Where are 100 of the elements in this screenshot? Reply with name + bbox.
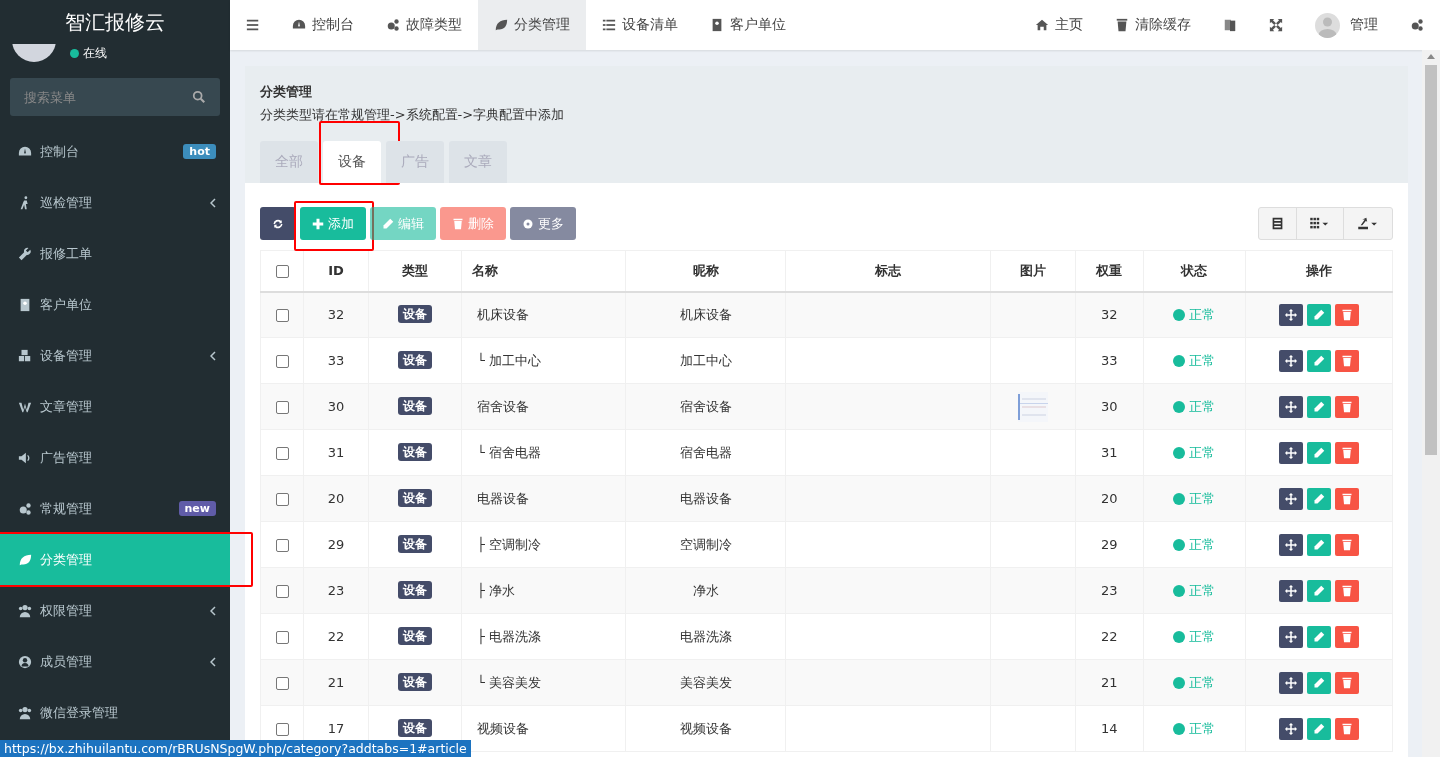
delete-button[interactable]: [1334, 441, 1359, 464]
delete-button[interactable]: [1334, 579, 1359, 602]
drag-button[interactable]: [1278, 625, 1303, 648]
row-checkbox[interactable]: [275, 447, 289, 460]
row-checkbox[interactable]: [275, 539, 289, 552]
type-tag: 设备: [398, 443, 433, 461]
list-icon: [602, 18, 616, 32]
drag-button[interactable]: [1278, 303, 1303, 326]
app-logo: 智汇报修云: [64, 8, 166, 36]
sidebar-item[interactable]: 控制台 hot: [0, 126, 230, 177]
trash-icon: [1340, 354, 1353, 367]
online-status: 在线: [83, 44, 107, 62]
status-label: 正常: [1173, 673, 1216, 692]
user-circle-icon: [18, 654, 32, 669]
table-cell: 23: [327, 583, 345, 598]
search-icon[interactable]: [192, 90, 206, 104]
nav-tab[interactable]: 分类管理: [478, 0, 586, 50]
row-checkbox[interactable]: [275, 677, 289, 690]
sidebar-item[interactable]: 报修工单: [0, 228, 230, 279]
type-tag: 设备: [398, 489, 433, 507]
type-tag: 设备: [398, 673, 433, 691]
sidebar-item[interactable]: 广告管理: [0, 432, 230, 483]
row-checkbox[interactable]: [275, 493, 289, 506]
status-label: 正常: [1173, 443, 1216, 462]
sidebar-item[interactable]: 权限管理: [0, 585, 230, 636]
translate-icon[interactable]: [1223, 18, 1237, 32]
gears-icon: [18, 501, 32, 516]
search-field[interactable]: 搜索菜单: [10, 78, 220, 116]
type-tag: 设备: [398, 305, 433, 324]
users-icon: [18, 603, 32, 618]
table-cell: 机床设备: [679, 306, 732, 322]
nav-tab[interactable]: 故障类型: [370, 0, 478, 50]
pencil-icon: [382, 217, 394, 230]
sidebar-item[interactable]: 巡检管理: [0, 177, 230, 228]
menu-icon[interactable]: [246, 18, 260, 32]
column-header: 权重: [1096, 262, 1123, 278]
plus-icon: [312, 217, 324, 230]
status-label: 正常: [1173, 627, 1216, 646]
trash-icon: [1115, 18, 1129, 32]
table-cell: 32: [1100, 307, 1118, 323]
table-cell: 14: [1100, 721, 1118, 736]
table-cell: 电器设备: [477, 490, 530, 506]
sidebar-item[interactable]: 常规管理 new: [0, 483, 230, 534]
row-checkbox[interactable]: [275, 309, 289, 323]
drag-button[interactable]: [1278, 441, 1303, 464]
nav-tab[interactable]: 客户单位: [694, 0, 802, 50]
delete-button[interactable]: [1334, 349, 1359, 372]
user-menu[interactable]: 管理: [1299, 0, 1394, 50]
scroll-up-icon[interactable]: [1427, 54, 1435, 59]
row-checkbox[interactable]: [275, 631, 289, 644]
gears-icon: [386, 18, 400, 32]
column-header: 操作: [1305, 262, 1332, 278]
refresh-button[interactable]: [260, 207, 296, 240]
sidebar-item[interactable]: 成员管理: [0, 636, 230, 687]
contact-card-icon: [18, 297, 32, 312]
delete-button[interactable]: [1334, 395, 1359, 418]
drag-button[interactable]: [1278, 717, 1303, 740]
row-checkbox[interactable]: [275, 355, 289, 368]
row-checkbox[interactable]: [275, 401, 289, 414]
drag-button[interactable]: [1278, 487, 1303, 510]
sidebar-item[interactable]: 微信登录管理: [0, 687, 230, 738]
delete-button[interactable]: [1334, 717, 1359, 740]
sidebar-item[interactable]: 客户单位: [0, 279, 230, 330]
row-checkbox[interactable]: [275, 585, 289, 598]
home-icon: [1035, 18, 1049, 32]
scrollbar[interactable]: [1422, 50, 1440, 757]
status-label: 正常: [1173, 351, 1216, 370]
drag-button[interactable]: [1278, 533, 1303, 556]
fullscreen-icon[interactable]: [1269, 18, 1283, 32]
delete-button[interactable]: [1334, 303, 1359, 326]
row-checkbox[interactable]: [275, 723, 289, 736]
table-cell: ├ 空调制冷: [477, 536, 542, 552]
sidebar-item[interactable]: 文章管理: [0, 381, 230, 432]
leaf-icon: [494, 18, 508, 32]
drag-button[interactable]: [1278, 671, 1303, 694]
nav-tab[interactable]: 设备清单: [586, 0, 694, 50]
drag-button[interactable]: [1278, 349, 1303, 372]
table-cell: 22: [327, 629, 345, 644]
move-arrows-icon: [1284, 630, 1297, 643]
home-link[interactable]: 主页: [1019, 0, 1099, 50]
delete-button[interactable]: [1334, 533, 1359, 556]
table-cell: 视频设备: [679, 720, 732, 736]
table-cell: 宿舍设备: [679, 398, 732, 414]
drag-button[interactable]: [1278, 395, 1303, 418]
nav-tab[interactable]: 控制台: [276, 0, 370, 50]
clear-cache-link[interactable]: 清除缓存: [1099, 0, 1207, 50]
category-tab[interactable]: 设备: [323, 141, 381, 183]
table-cell: 21: [327, 675, 345, 690]
column-header: 名称: [472, 262, 499, 278]
delete-button[interactable]: [1334, 625, 1359, 648]
select-all-checkbox[interactable]: [275, 265, 289, 279]
sidebar-item[interactable]: 设备管理: [0, 330, 230, 381]
drag-button[interactable]: [1278, 579, 1303, 602]
pencil-icon: [1312, 630, 1325, 643]
gears-icon[interactable]: [1410, 18, 1424, 32]
table-cell: 23: [1100, 583, 1118, 598]
delete-button[interactable]: [1334, 487, 1359, 510]
badge: hot: [183, 144, 216, 159]
table-cell: 加工中心: [679, 352, 732, 368]
delete-button[interactable]: [1334, 671, 1359, 694]
